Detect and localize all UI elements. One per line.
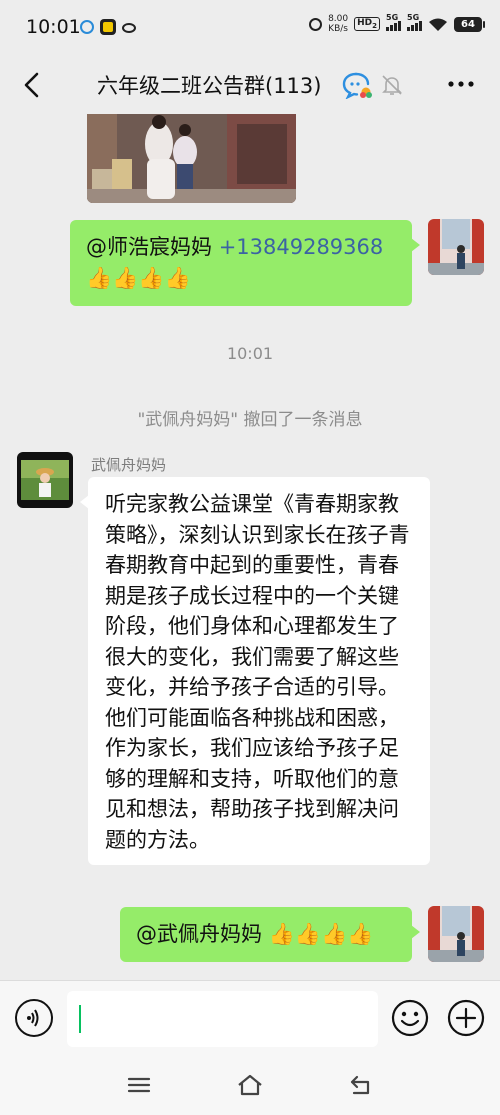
message-line: @师浩宸妈妈 +13849289368 [86, 232, 396, 263]
text-caret [79, 1005, 81, 1033]
message-line: @武佩舟妈妈 👍👍👍👍 [136, 919, 396, 950]
avatar-image [428, 219, 484, 275]
hd-sub: 2 [372, 21, 377, 30]
back-arrow-icon[interactable] [18, 70, 48, 100]
image-message[interactable] [87, 114, 296, 203]
voice-icon[interactable] [15, 999, 53, 1037]
status-time: 10:01 [26, 16, 81, 38]
link-icon [122, 23, 136, 33]
thumbs-up-emoji: 👍👍👍👍 [86, 266, 191, 290]
group-chat-icon[interactable] [342, 71, 372, 99]
mute-bell-icon[interactable] [380, 73, 404, 97]
thumbs-up-emoji: 👍👍👍👍 [268, 922, 374, 946]
recall-notice: "武佩舟妈妈" 撤回了一条消息 [137, 410, 363, 430]
outgoing-message[interactable]: @师浩宸妈妈 +13849289368 👍👍👍👍 [70, 220, 420, 306]
sig2-label: 5G [407, 13, 420, 22]
net-speed-value: 8.00 [328, 14, 349, 24]
my-avatar[interactable] [428, 906, 484, 962]
hd-badge: HD2 [354, 17, 380, 31]
plus-icon[interactable] [447, 999, 485, 1037]
mention[interactable]: @师浩宸妈妈 [86, 235, 212, 259]
net-speed-unit: KB/s [328, 24, 348, 34]
signal-icon-1: 5G [386, 13, 401, 31]
sender-name: 武佩舟妈妈 [91, 456, 167, 474]
back-icon[interactable] [348, 1072, 376, 1098]
net-speed: 8.00 KB/s [328, 14, 348, 34]
wifi-icon [429, 18, 447, 31]
signal-icon-2: 5G [407, 13, 422, 31]
chat-notification-icon [80, 20, 94, 34]
input-bar [0, 980, 500, 1056]
mention[interactable]: @武佩舟妈妈 [136, 922, 262, 946]
app-notification-icon [100, 19, 116, 35]
voice-waves [27, 1009, 39, 1027]
notification-icons [80, 19, 136, 35]
status-bar: 10:01 8.00 KB/s HD2 5G 5G 64 [0, 0, 500, 56]
timestamp: 10:01 [226, 344, 274, 363]
emoji-icon[interactable] [391, 999, 429, 1037]
message-input[interactable] [67, 991, 378, 1047]
more-icon[interactable] [446, 74, 476, 94]
sig1-label: 5G [386, 13, 399, 22]
alarm-icon [309, 17, 323, 31]
avatar-image [428, 906, 484, 962]
message-text: 听完家教公益课堂《青春期家教策略》，深刻认识到家长在孩子青春期教育中起到的重要性… [105, 492, 410, 852]
chat-title: 六年级二班公告群(113) [97, 74, 322, 98]
hd-label: HD [357, 18, 373, 29]
chat-header: 六年级二班公告群(113) [0, 56, 500, 114]
avatar-image [17, 452, 73, 508]
menu-icon[interactable] [125, 1072, 153, 1098]
system-nav-bar [0, 1056, 500, 1115]
status-right: 8.00 KB/s HD2 5G 5G 64 [309, 13, 485, 34]
phone-link[interactable]: +13849289368 [219, 235, 384, 259]
photo-content [87, 114, 296, 203]
home-icon[interactable] [236, 1072, 264, 1098]
battery-icon: 64 [454, 16, 485, 32]
outgoing-message[interactable]: @武佩舟妈妈 👍👍👍👍 [120, 907, 420, 962]
sender-avatar[interactable] [17, 452, 73, 508]
incoming-message[interactable]: 听完家教公益课堂《青春期家教策略》，深刻认识到家长在孩子青春期教育中起到的重要性… [80, 477, 430, 865]
my-avatar[interactable] [428, 219, 484, 275]
